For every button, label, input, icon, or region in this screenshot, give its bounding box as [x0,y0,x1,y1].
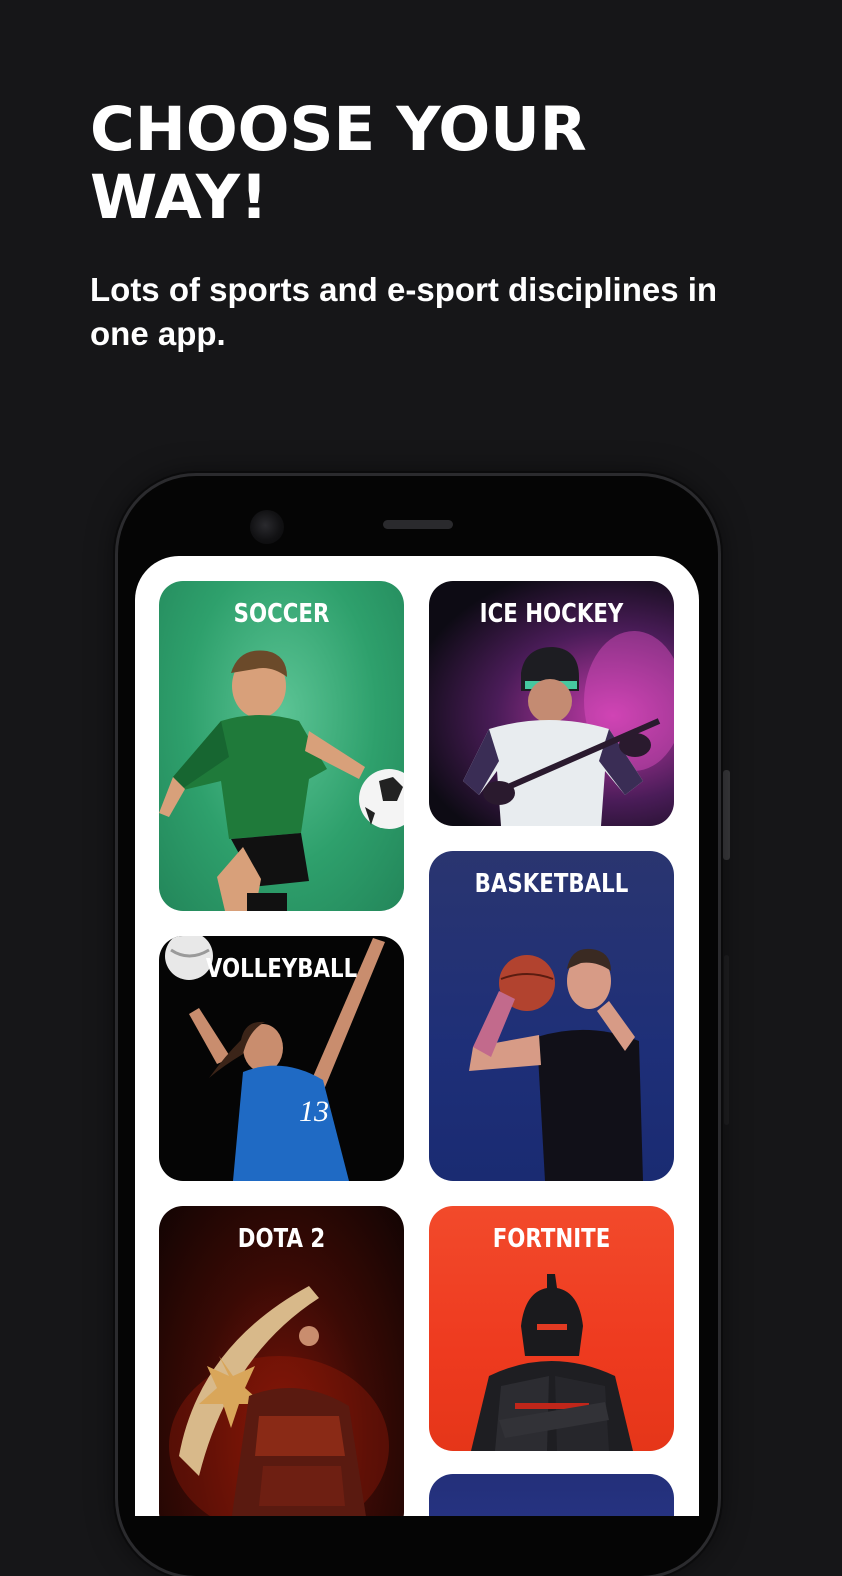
discipline-card-fortnite[interactable]: FORTNITE [429,1206,674,1451]
subtitle: Lots of sports and e-sport disciplines i… [90,271,718,352]
speaker-grille [383,520,453,529]
discipline-card-dota-2[interactable]: DOTA 2 [159,1206,404,1516]
discipline-card-basketball[interactable]: BASKETBALL [429,851,674,1181]
phone-screen: SOCCER ICE HOCKEY BASKETBALL 13 VOLLEYBA… [135,556,699,1516]
discipline-label: VOLLEYBALL [205,954,358,984]
discipline-card-partial[interactable] [429,1474,674,1516]
camera-icon [250,510,284,544]
discipline-label: ICE HOCKEY [479,599,624,629]
discipline-label: SOCCER [233,599,330,629]
discipline-card-volleyball[interactable]: 13 VOLLEYBALL [159,936,404,1181]
discipline-card-soccer[interactable]: SOCCER [159,581,404,911]
headline: CHOOSE YOUR WAY! [90,94,587,233]
discipline-label: FORTNITE [492,1224,611,1254]
phone-side-button [723,770,730,860]
discipline-label: BASKETBALL [474,869,629,899]
basketball-player-illustration [469,948,643,1181]
svg-text:13: 13 [299,1095,329,1128]
phone-side-button-lower [724,955,729,1125]
discipline-label: DOTA 2 [237,1224,326,1254]
soccer-player-illustration [159,650,404,911]
discipline-card-ice-hockey[interactable]: ICE HOCKEY [429,581,674,826]
